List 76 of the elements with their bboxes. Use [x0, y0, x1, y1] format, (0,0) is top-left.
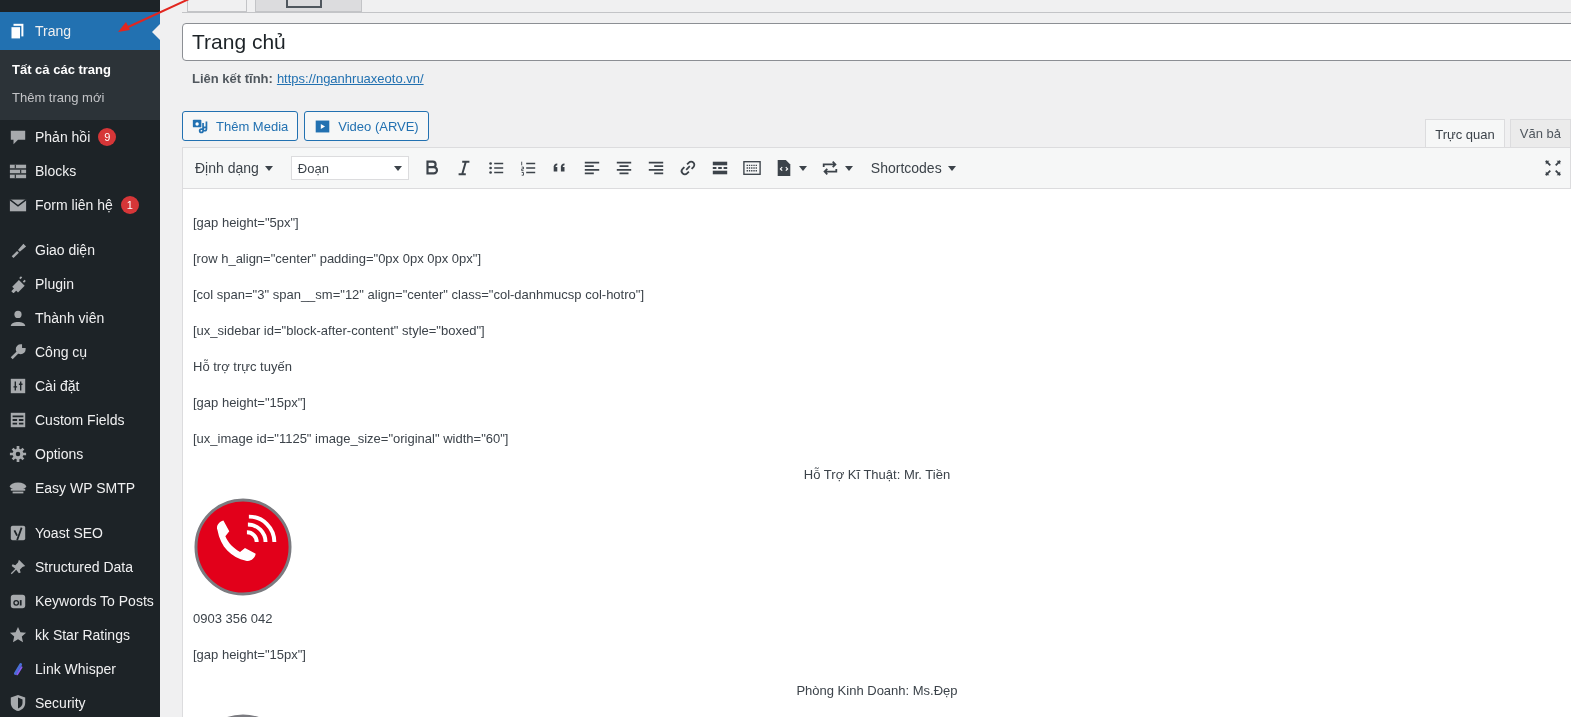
caret-icon[interactable]: [798, 165, 807, 171]
bullet-list-icon[interactable]: [486, 159, 505, 177]
caret-icon[interactable]: [844, 165, 853, 171]
keyboard-icon[interactable]: [742, 159, 761, 177]
sidebar-item[interactable]: Giao diện: [0, 233, 160, 267]
sidebar-item[interactable]: Structured Data: [0, 550, 160, 584]
person-icon: [9, 309, 27, 327]
sidebar-item[interactable]: Custom Fields: [0, 403, 160, 437]
content-paragraph: [gap height="15px"]: [193, 394, 307, 412]
sidebar-item[interactable]: Blocks: [0, 154, 160, 188]
media-icon: [192, 117, 209, 135]
envelope-icon: [9, 196, 27, 214]
permalink-link[interactable]: https://nganhruaxeoto.vn/: [276, 71, 424, 91]
sliders-icon: [9, 377, 27, 395]
content-paragraph: [ux_image id="1125" image_size="original" width="60"]: [193, 430, 510, 448]
sidebar-item[interactable]: Trang: [0, 12, 160, 50]
paintbrush-icon: [9, 241, 27, 259]
repeat-icon[interactable]: [820, 159, 839, 177]
caret-icon: [393, 165, 402, 171]
link-icon[interactable]: [678, 159, 697, 177]
content-paragraph: Hỗ Trợ Kĩ Thuật: Mr. Tiền: [802, 466, 952, 484]
read-more-icon[interactable]: [710, 159, 729, 177]
media-button[interactable]: Video (ARVE): [304, 111, 429, 141]
content-paragraph: Phòng Kinh Doanh: Ms.Đẹp: [795, 682, 959, 700]
content-paragraph: Hỗ trợ trực tuyến: [193, 358, 293, 376]
editor-tab[interactable]: Văn bả: [1509, 119, 1571, 147]
editor-tab[interactable]: Trực quan: [1425, 119, 1505, 148]
format-menu[interactable]: Định dạng: [191, 160, 277, 176]
y-logo-icon: [9, 524, 27, 542]
pushpin-icon: [9, 558, 27, 576]
table-icon: [9, 411, 27, 429]
count-badge: 9: [98, 128, 117, 146]
sidebar-item[interactable]: Công cụ: [0, 335, 160, 369]
shield-icon: [9, 694, 27, 712]
content-paragraph: [col span="3" span__sm="12" align="center" class="col-danhmucsp col-hotro"]: [193, 286, 645, 304]
title-input[interactable]: Trang chủ: [182, 23, 1571, 61]
sidebar-item[interactable]: Yoast SEO: [0, 516, 160, 550]
sidebar-item[interactable]: Plugin: [0, 267, 160, 301]
submenu-item[interactable]: Tất cả các trang: [0, 56, 160, 84]
count-badge: 1: [120, 196, 139, 214]
sidebar-item[interactable]: Keywords To Posts: [0, 584, 160, 618]
sidebar-item[interactable]: Link Whisper: [0, 652, 160, 686]
caret-icon: [264, 165, 273, 171]
blocks-icon: [9, 162, 27, 180]
align-right-icon[interactable]: [646, 159, 665, 177]
paragraph-select[interactable]: Đoạn: [290, 156, 409, 180]
wrench-icon: [9, 343, 27, 361]
sidebar-item[interactable]: Phản hồi 9: [0, 120, 160, 154]
content-paragraph: [row h_align="center" padding="0px 0px 0px 0px"]: [193, 250, 483, 268]
gear-icon: [9, 445, 27, 463]
tab[interactable]: [255, 0, 362, 12]
plug-icon: [9, 275, 27, 293]
content-paragraph: [gap height="15px"]: [193, 646, 307, 664]
sidebar-item[interactable]: Cài đặt: [0, 369, 160, 403]
sidebar-item[interactable]: kk Star Ratings: [0, 618, 160, 652]
sidebar-item[interactable]: Thành viên: [0, 301, 160, 335]
content-paragraph: [ux_sidebar id="block-after-content" style="boxed"]: [193, 322, 486, 340]
caret-icon: [947, 165, 956, 171]
fullscreen-icon[interactable]: [1544, 159, 1562, 177]
star-icon: [9, 626, 27, 644]
current-pointer-icon: [152, 24, 160, 40]
sidebar-item[interactable]: Form liên hệ 1: [0, 188, 160, 222]
sidebar-item[interactable]: Easy WP SMTP: [0, 471, 160, 505]
content-paragraph: 0903 356 042: [193, 610, 274, 628]
content-paragraph: [gap height="5px"]: [193, 214, 300, 232]
sidebar-item[interactable]: Security: [0, 686, 160, 717]
submenu-item[interactable]: Thêm trang mới: [0, 84, 160, 112]
sidebar-item[interactable]: Options: [0, 437, 160, 471]
permalink-label: Liên kết tĩnh:: [192, 71, 273, 88]
align-left-icon[interactable]: [582, 159, 601, 177]
ai-badge-icon: [9, 592, 27, 610]
shortcodes-menu[interactable]: Shortcodes: [866, 160, 960, 176]
media-button[interactable]: Thêm Media: [182, 111, 299, 141]
speech-bubble-icon: [9, 128, 27, 146]
numbered-list-icon[interactable]: [518, 159, 537, 177]
align-center-icon[interactable]: [614, 159, 633, 177]
